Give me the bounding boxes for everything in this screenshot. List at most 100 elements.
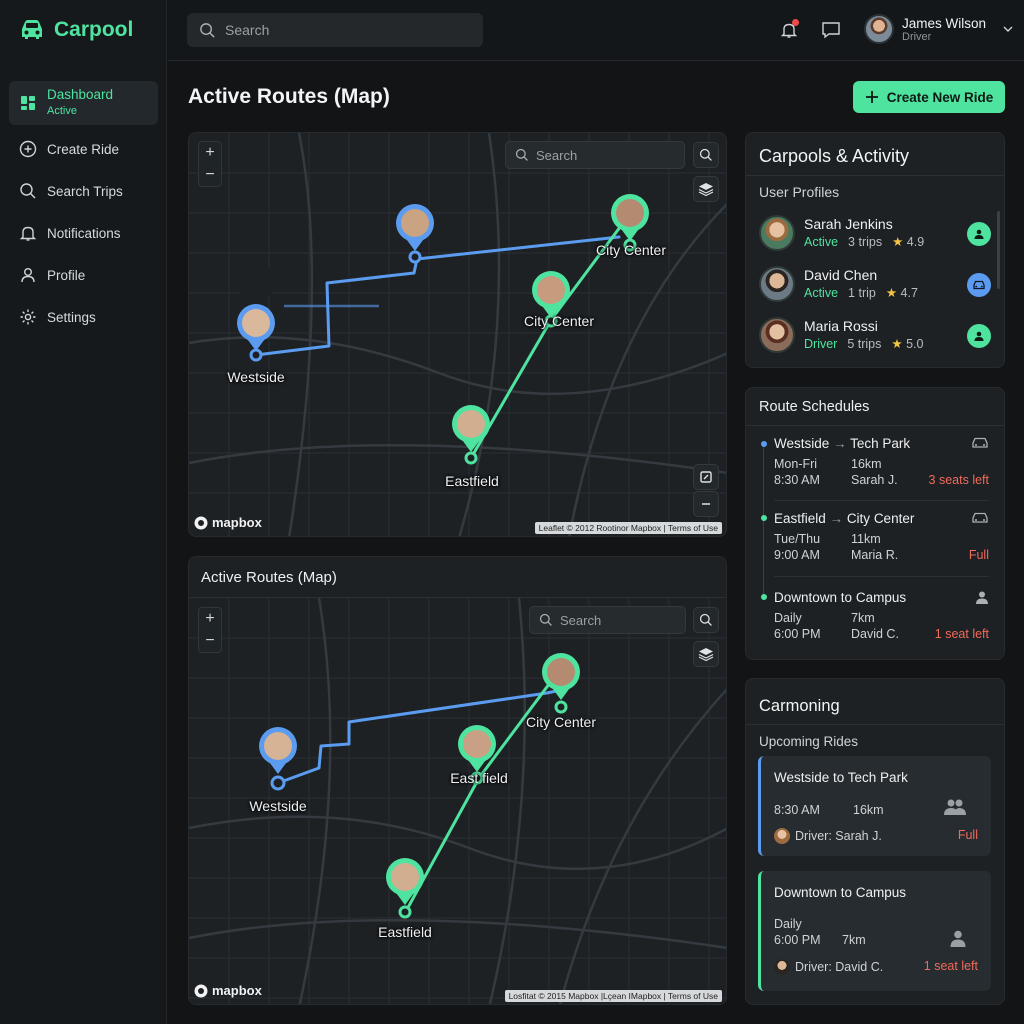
profile-row[interactable]: Maria Rossi Driver 5 trips ★ 5.0 [759,313,991,359]
map-attribution[interactable]: Leaflet © 2012 Rootinor Mapbox | Terms o… [534,522,722,534]
sidebar-item-profile[interactable]: Profile [9,257,158,293]
map-zoom-out-button[interactable] [693,491,719,517]
pin-label-eastfield: Eastfield [445,473,499,489]
pin-label-westside: Westside [249,798,307,814]
map-search[interactable] [529,606,686,634]
pin-label-eastfield: Eastfield [378,924,432,940]
sidebar-item-label: Create Ride [47,141,120,157]
map-search[interactable] [505,141,685,169]
schedule-time: 8:30 AM [774,473,820,487]
route-map-secondary[interactable]: Active Routes (Map) + − Westside City Ce… [188,556,727,1005]
profile-trips: 3 trips [848,235,883,249]
pin-city-center [542,653,580,714]
chevron-down-icon [1003,26,1013,32]
sidebar-item-label: Search Trips [47,183,123,199]
sidebar-item-create-ride[interactable]: Create Ride [9,131,158,167]
map-search-button[interactable] [693,142,719,168]
mapbox-icon [194,516,208,529]
group-icon [944,799,966,815]
create-new-ride-button[interactable]: Create New Ride [853,81,1005,113]
zoom-in-button[interactable]: + [199,142,221,164]
profile-rating: 5.0 [906,337,924,351]
map-search-input[interactable] [536,147,656,163]
user-icon [974,331,984,341]
car-icon [972,512,988,523]
panel-title: Carpools & Activity [759,146,910,166]
driver-name: Driver: David C. [795,960,884,974]
profile-trips: 5 trips [847,337,882,351]
sidebar-item-search-trips[interactable]: Search Trips [9,173,158,209]
schedule-item[interactable]: Eastfield → City Center Tue/Thu 11km 9:0… [774,511,989,571]
schedule-status: 1 seat left [934,627,989,641]
schedule-distance: 11km [851,532,881,546]
sidebar-item-label: Profile [47,267,86,283]
map-attribution[interactable]: Losfitat © 2015 Mapbox |Lçean IMapbox | … [504,990,722,1002]
ride-status: Full [957,828,978,842]
driver-name: Driver: Sarah J. [795,829,882,843]
profile-meta: Active 1 trip ★ 4.7 [804,285,918,300]
layers-button[interactable] [693,641,719,667]
map-panel-title: Active Routes (Map) [201,569,337,586]
sidebar-item-label: Settings [47,309,96,325]
notifications-button[interactable] [778,19,800,41]
profile-meta: Driver 5 trips ★ 5.0 [804,336,923,351]
profile-action-button[interactable] [967,273,991,297]
profile-trips: 1 trip [848,286,876,300]
avatar [774,828,790,844]
pin-label-city-center-a: City Center [595,242,667,258]
minus-icon [702,503,710,505]
layers-button[interactable] [693,176,719,202]
mapbox-logo: mapbox [194,983,262,998]
route-arrow: → [833,436,847,451]
zoom-out-button[interactable]: − [199,630,221,652]
layers-icon [698,183,714,197]
zoom-out-button[interactable]: − [199,164,221,186]
map-search-button[interactable] [693,607,719,633]
ride-card[interactable]: Westside to Tech Park 8:30 AM 16km Drive… [758,756,991,856]
search-icon [19,182,37,200]
schedule-time: 9:00 AM [774,548,820,562]
plus-circle-icon [19,140,37,158]
star-icon: ★ [892,235,904,249]
avatar [864,14,894,44]
profile-action-button[interactable] [967,324,991,348]
global-search[interactable] [187,13,483,47]
profile-row[interactable]: David Chen Active 1 trip ★ 4.7 [759,262,991,308]
route-map-primary[interactable]: + − Westside City Center City Center Eas… [188,132,727,537]
schedule-item[interactable]: Westside → Tech Park Mon-Fri 16km 8:30 A… [774,436,989,496]
profile-name: Sarah Jenkins [804,216,893,232]
search-icon [200,22,215,38]
profile-action-button[interactable] [967,222,991,246]
pin-eastfield [386,858,424,919]
map-search-input[interactable] [560,612,660,628]
ride-title: Westside to Tech Park [774,770,908,785]
fullscreen-button[interactable] [693,464,719,490]
pin-eastfield [452,405,490,465]
star-icon: ★ [891,337,903,351]
search-icon [515,148,528,161]
timeline-dot [761,594,767,600]
profile-row[interactable]: Sarah Jenkins Active 3 trips ★ 4.9 [759,211,991,257]
ride-card[interactable]: Downtown to Campus Daily 6:00 PM 7km Dri… [758,871,991,991]
notification-dot [792,19,799,26]
search-input[interactable] [225,22,465,38]
pin-label-city-center: City Center [525,714,597,730]
pin-label-westside: Westside [227,369,285,385]
search-icon [539,613,552,626]
topbar: James Wilson Driver [168,0,1024,61]
user-icon [974,229,984,239]
messages-button[interactable] [820,19,842,41]
profile-name: Maria Rossi [804,318,878,334]
sidebar-item-settings[interactable]: Settings [9,299,158,335]
profiles-scrollbar[interactable] [997,211,1000,289]
avatar [759,266,795,302]
route-arrow: → [829,511,844,526]
schedule-item[interactable]: Downtown to Campus Daily 7km 6:00 PM Dav… [774,590,989,650]
user-menu[interactable]: James Wilson Driver [864,14,1014,44]
sidebar-item-dashboard[interactable]: Dashboard Active [9,81,158,125]
ride-driver: Driver: David C. [774,959,883,975]
sidebar-item-notifications[interactable]: Notifications [9,215,158,251]
pin-label-eastfield-mid: East field [450,770,508,786]
brand[interactable]: Carpool [18,18,133,42]
zoom-in-button[interactable]: + [199,608,221,630]
